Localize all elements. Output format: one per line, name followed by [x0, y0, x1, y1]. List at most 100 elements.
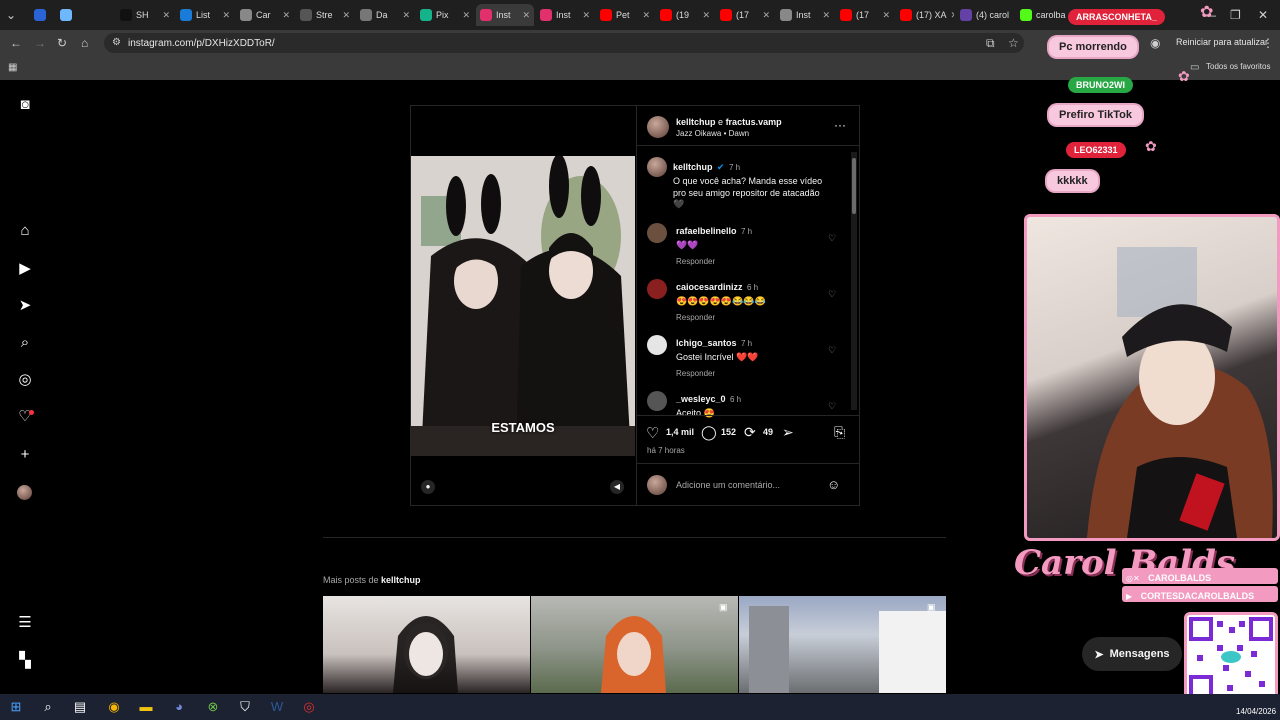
forward-icon[interactable]: →: [34, 36, 46, 50]
home-icon[interactable]: ⌂: [81, 36, 88, 50]
comment-input[interactable]: Adicione um comentário...: [676, 480, 780, 490]
tab-close-icon[interactable]: ✕: [162, 10, 170, 21]
comment-username[interactable]: _wesleyc_0: [676, 394, 726, 404]
browser-tab[interactable]: Pix ✕: [416, 4, 474, 26]
more-options-icon[interactable]: ···: [834, 118, 846, 132]
reply-button[interactable]: Responder: [676, 313, 826, 322]
word-icon[interactable]: W: [268, 698, 286, 716]
scrollbar-thumb[interactable]: [852, 158, 856, 214]
address-bar[interactable]: ⚙ instagram.com/p/DXHizXDDToR/: [104, 33, 1024, 53]
browser-tab[interactable]: carolba ✕: [1016, 4, 1074, 26]
browser-tab[interactable]: [56, 4, 80, 26]
likes-count[interactable]: 1,4 mil: [666, 427, 694, 437]
comment-avatar[interactable]: [647, 279, 667, 299]
author-username[interactable]: kelltchup: [676, 117, 716, 127]
audio-info[interactable]: Jazz Oikawa • Dawn: [676, 129, 749, 138]
tab-close-icon[interactable]: ✕: [402, 10, 410, 21]
comment-like-icon[interactable]: ♡: [828, 401, 836, 412]
comment-username[interactable]: rafaelbelinello: [676, 226, 737, 236]
repost-icon[interactable]: ⟳: [744, 424, 756, 441]
tab-close-icon[interactable]: ✕: [282, 10, 290, 21]
profile-icon[interactable]: ◉: [1150, 36, 1160, 50]
tab-close-icon[interactable]: ✕: [342, 10, 350, 21]
tab-search-icon[interactable]: ⌄: [6, 8, 16, 22]
windows-start-icon[interactable]: ⊞: [7, 698, 25, 716]
more-menu-icon[interactable]: ☰: [16, 614, 34, 632]
tab-close-icon[interactable]: ✕: [462, 10, 470, 21]
site-info-icon[interactable]: ⚙: [112, 36, 121, 50]
browser-tab[interactable]: [30, 4, 54, 26]
comment-username[interactable]: caiocesardinizz: [676, 282, 743, 292]
xbox-icon[interactable]: ⊗: [204, 698, 222, 716]
more-posts-user[interactable]: kelltchup: [381, 575, 421, 585]
browser-tab[interactable]: (19 ✕: [656, 4, 714, 26]
chrome-taskbar-icon[interactable]: ◉: [105, 698, 123, 716]
more-post-thumb[interactable]: ▣: [739, 596, 946, 693]
emoji-picker-icon[interactable]: ☺: [827, 477, 840, 492]
create-nav-icon[interactable]: +: [16, 446, 34, 464]
messages-button[interactable]: ➤ Mensagens: [1082, 637, 1182, 671]
file-explorer-icon[interactable]: ▬: [137, 698, 155, 716]
browser-tab[interactable]: Da ✕: [356, 4, 414, 26]
back-icon[interactable]: ←: [10, 36, 22, 50]
post-author-avatar[interactable]: [647, 116, 669, 138]
direct-nav-icon[interactable]: ➤: [16, 297, 34, 315]
browser-tab[interactable]: SH ✕: [116, 4, 174, 26]
taskbar-search-icon[interactable]: ⌕: [39, 698, 57, 716]
share-icon[interactable]: ➢: [782, 424, 794, 441]
browser-tab[interactable]: List ✕: [176, 4, 234, 26]
caption-username[interactable]: kelltchup: [673, 162, 713, 172]
profile-nav-avatar[interactable]: [17, 485, 32, 500]
reply-button[interactable]: Responder: [676, 257, 826, 266]
obs-icon[interactable]: ◎: [300, 698, 318, 716]
discord-icon[interactable]: ◕: [170, 698, 188, 716]
meta-apps-icon[interactable]: ▚: [16, 652, 34, 670]
tab-close-icon[interactable]: ✕: [951, 10, 954, 21]
comment-avatar[interactable]: [647, 335, 667, 355]
all-favorites-link[interactable]: Todos os favoritos: [1206, 62, 1270, 71]
browser-tab[interactable]: (17 ✕: [716, 4, 774, 26]
browser-tab[interactable]: Inst ✕: [536, 4, 594, 26]
browser-tab[interactable]: Inst ✕: [476, 4, 534, 26]
browser-tab[interactable]: Car ✕: [236, 4, 294, 26]
mute-icon[interactable]: ◀: [610, 480, 624, 494]
tab-close-icon[interactable]: ✕: [882, 10, 890, 21]
comment-like-icon[interactable]: ♡: [828, 233, 836, 244]
close-window-icon[interactable]: ✕: [1258, 8, 1268, 22]
browser-tab[interactable]: (4) carol✕: [956, 4, 1014, 26]
tab-close-icon[interactable]: ✕: [522, 10, 530, 21]
reload-icon[interactable]: ↻: [57, 36, 67, 50]
browser-tab[interactable]: Pet ✕: [596, 4, 654, 26]
browser-tab[interactable]: (17 ✕: [836, 4, 894, 26]
maximize-icon[interactable]: ❐: [1230, 8, 1241, 22]
comment-like-icon[interactable]: ♡: [828, 289, 836, 300]
more-post-thumb[interactable]: [323, 596, 530, 693]
caption-avatar[interactable]: [647, 157, 667, 177]
browser-tab[interactable]: Inst ✕: [776, 4, 834, 26]
explore-nav-icon[interactable]: ◎: [16, 371, 34, 389]
update-button[interactable]: Reiniciar para atualizar: [1176, 37, 1268, 47]
browser-tab[interactable]: (17) XA ✕: [896, 4, 954, 26]
security-icon[interactable]: ⛉: [236, 698, 254, 716]
home-nav-icon[interactable]: ⌂: [16, 222, 34, 240]
tab-close-icon[interactable]: ✕: [762, 10, 770, 21]
task-view-icon[interactable]: ▤: [71, 698, 89, 716]
comment-icon[interactable]: ◯: [701, 424, 717, 441]
menu-dots-icon[interactable]: ⋮: [1262, 36, 1274, 50]
tab-close-icon[interactable]: ✕: [222, 10, 230, 21]
browser-tab[interactable]: Stre ✕: [296, 4, 354, 26]
comment-username[interactable]: lchigo_santos: [676, 338, 737, 348]
comment-avatar[interactable]: [647, 223, 667, 243]
install-app-icon[interactable]: ⧉: [986, 36, 995, 50]
like-icon[interactable]: ♡: [646, 424, 659, 442]
apps-grid-icon[interactable]: ▦: [8, 61, 17, 75]
tab-close-icon[interactable]: ✕: [702, 10, 710, 21]
comments-count[interactable]: 152: [721, 427, 736, 437]
collab-username[interactable]: fractus.vamp: [726, 117, 782, 127]
tab-close-icon[interactable]: ✕: [1013, 10, 1014, 21]
reposts-count[interactable]: 49: [763, 427, 773, 437]
instagram-logo-icon[interactable]: ◙: [16, 96, 34, 114]
tab-close-icon[interactable]: ✕: [642, 10, 650, 21]
comment-avatar[interactable]: [647, 391, 667, 411]
tab-close-icon[interactable]: ✕: [582, 10, 590, 21]
